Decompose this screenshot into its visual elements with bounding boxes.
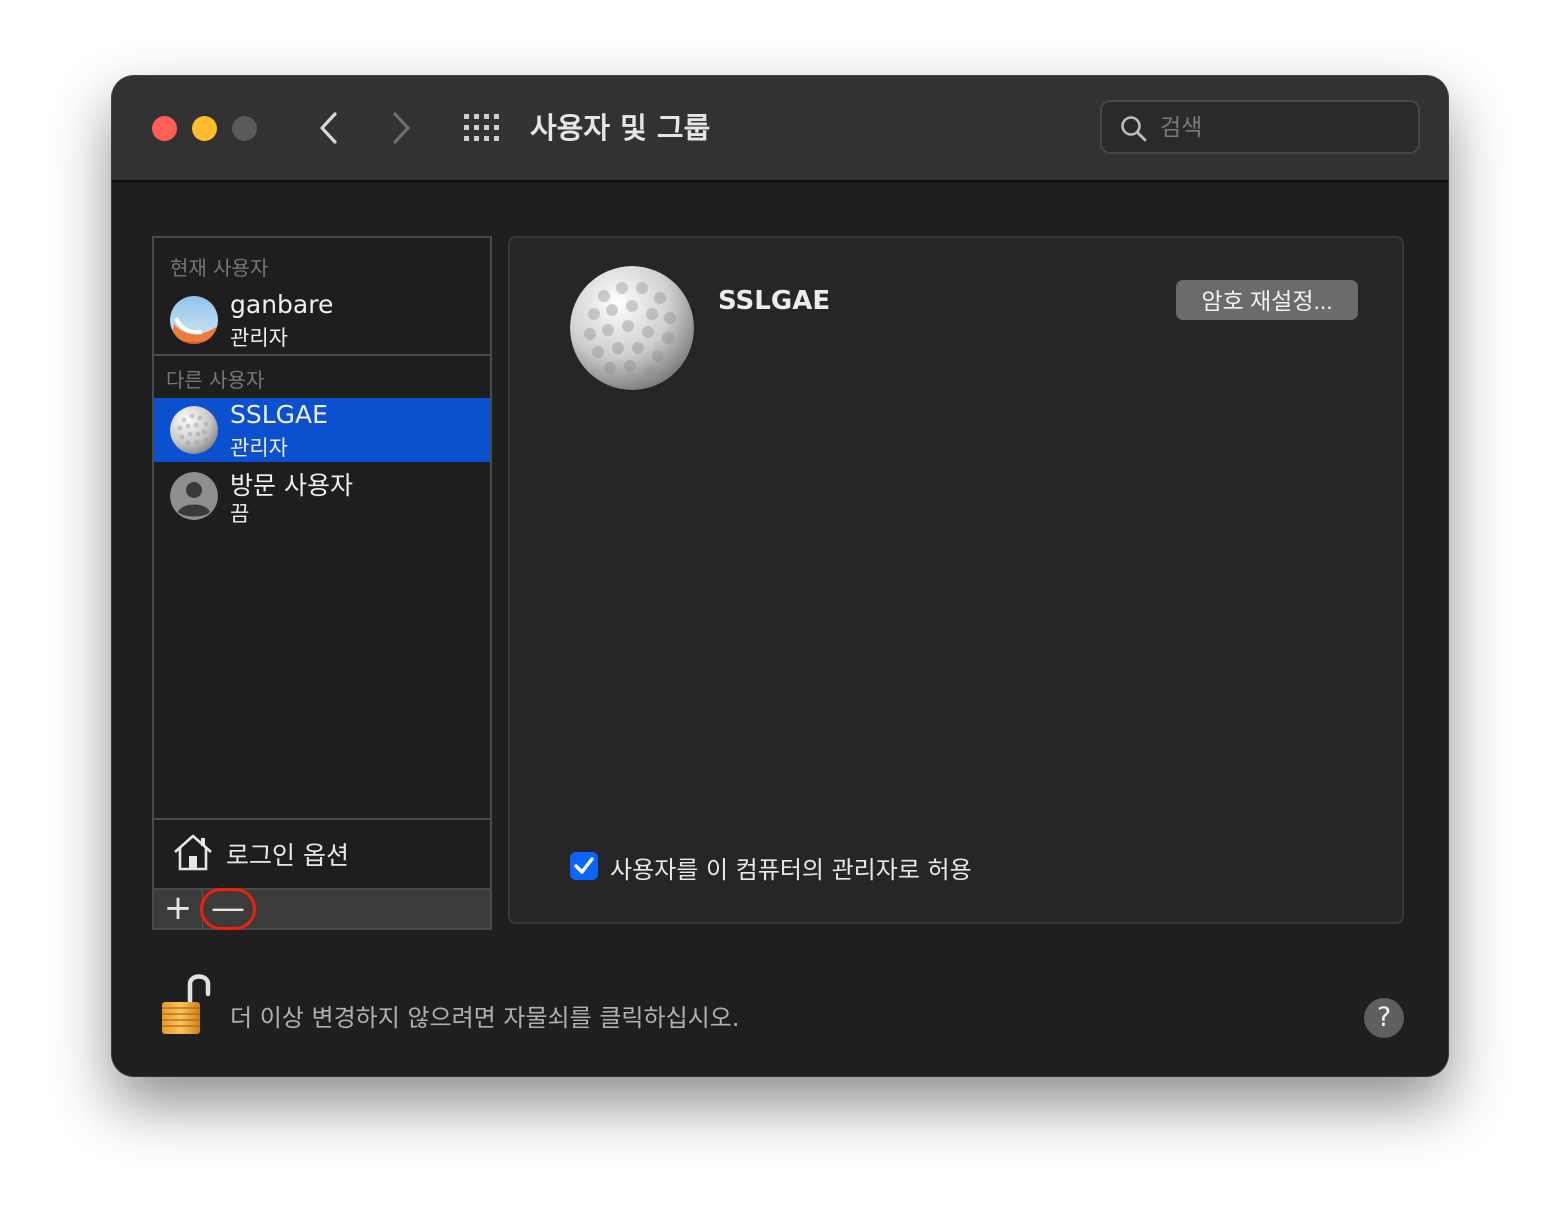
close-button[interactable] <box>152 116 177 141</box>
user-name: 방문 사용자 <box>230 471 353 500</box>
user-row-sslgae[interactable]: SSLGAE 관리자 <box>154 398 490 462</box>
forward-button[interactable] <box>380 106 424 150</box>
user-detail-panel: SSLGAE 암호 재설정... 사용자를 이 컴퓨터의 관리자로 허용 <box>508 236 1404 924</box>
user-picture[interactable] <box>570 266 694 390</box>
chevron-right-icon <box>393 112 410 144</box>
window-title: 사용자 및 그룹 <box>530 111 711 145</box>
user-row-guest[interactable]: 방문 사용자 끔 <box>154 464 490 528</box>
selected-username: SSLGAE <box>718 286 831 316</box>
current-users-header: 현재 사용자 <box>170 256 269 280</box>
golf-ball-icon <box>170 406 218 454</box>
grid-icon <box>464 114 499 141</box>
remove-button-highlight <box>200 888 256 930</box>
house-icon <box>174 834 212 871</box>
avatar <box>170 406 218 454</box>
avatar <box>170 472 218 520</box>
minimize-button[interactable] <box>192 116 217 141</box>
user-role: 관리자 <box>230 436 288 460</box>
unlocked-padlock-icon <box>162 974 211 1034</box>
back-button[interactable] <box>306 106 350 150</box>
search-input[interactable] <box>1158 108 1412 148</box>
user-row-ganbare[interactable]: ganbare 관리자 <box>154 288 490 352</box>
login-options-item[interactable]: 로그인 옵션 <box>154 820 490 886</box>
ganbare-avatar-image <box>170 296 218 344</box>
user-role: 끔 <box>230 502 250 526</box>
chevron-left-icon <box>320 112 337 144</box>
search-field[interactable] <box>1100 100 1420 154</box>
user-list: 현재 사용자 ganbare 관리자 다른 사용자 SSLGAE 관리자 방문 … <box>152 236 492 930</box>
user-name: SSLGAE <box>230 400 328 429</box>
reset-password-button[interactable]: 암호 재설정... <box>1176 280 1358 320</box>
person-icon <box>170 472 218 520</box>
other-users-header: 다른 사용자 <box>166 368 265 392</box>
golf-ball-icon <box>570 266 694 390</box>
system-preferences-window: 사용자 및 그룹 현재 사용자 ganbare 관리자 <box>112 76 1448 1076</box>
search-icon <box>1121 116 1147 142</box>
zoom-button[interactable] <box>232 116 257 141</box>
allow-admin-label: 사용자를 이 컴퓨터의 관리자로 허용 <box>610 856 972 884</box>
show-all-button[interactable] <box>462 112 502 144</box>
lock-hint-text: 더 이상 변경하지 않으려면 자물쇠를 클릭하십시오. <box>230 1004 740 1032</box>
lock-button[interactable] <box>160 972 216 1042</box>
user-name: ganbare <box>230 290 334 319</box>
avatar <box>170 296 218 344</box>
help-button[interactable]: ? <box>1364 998 1404 1038</box>
login-options-label: 로그인 옵션 <box>226 841 349 870</box>
add-user-button[interactable]: + <box>154 890 203 928</box>
user-role: 관리자 <box>230 326 288 350</box>
allow-admin-checkbox[interactable] <box>570 852 598 880</box>
divider <box>154 354 490 356</box>
title-bar: 사용자 및 그룹 <box>112 76 1448 182</box>
checkmark-icon <box>574 857 594 874</box>
